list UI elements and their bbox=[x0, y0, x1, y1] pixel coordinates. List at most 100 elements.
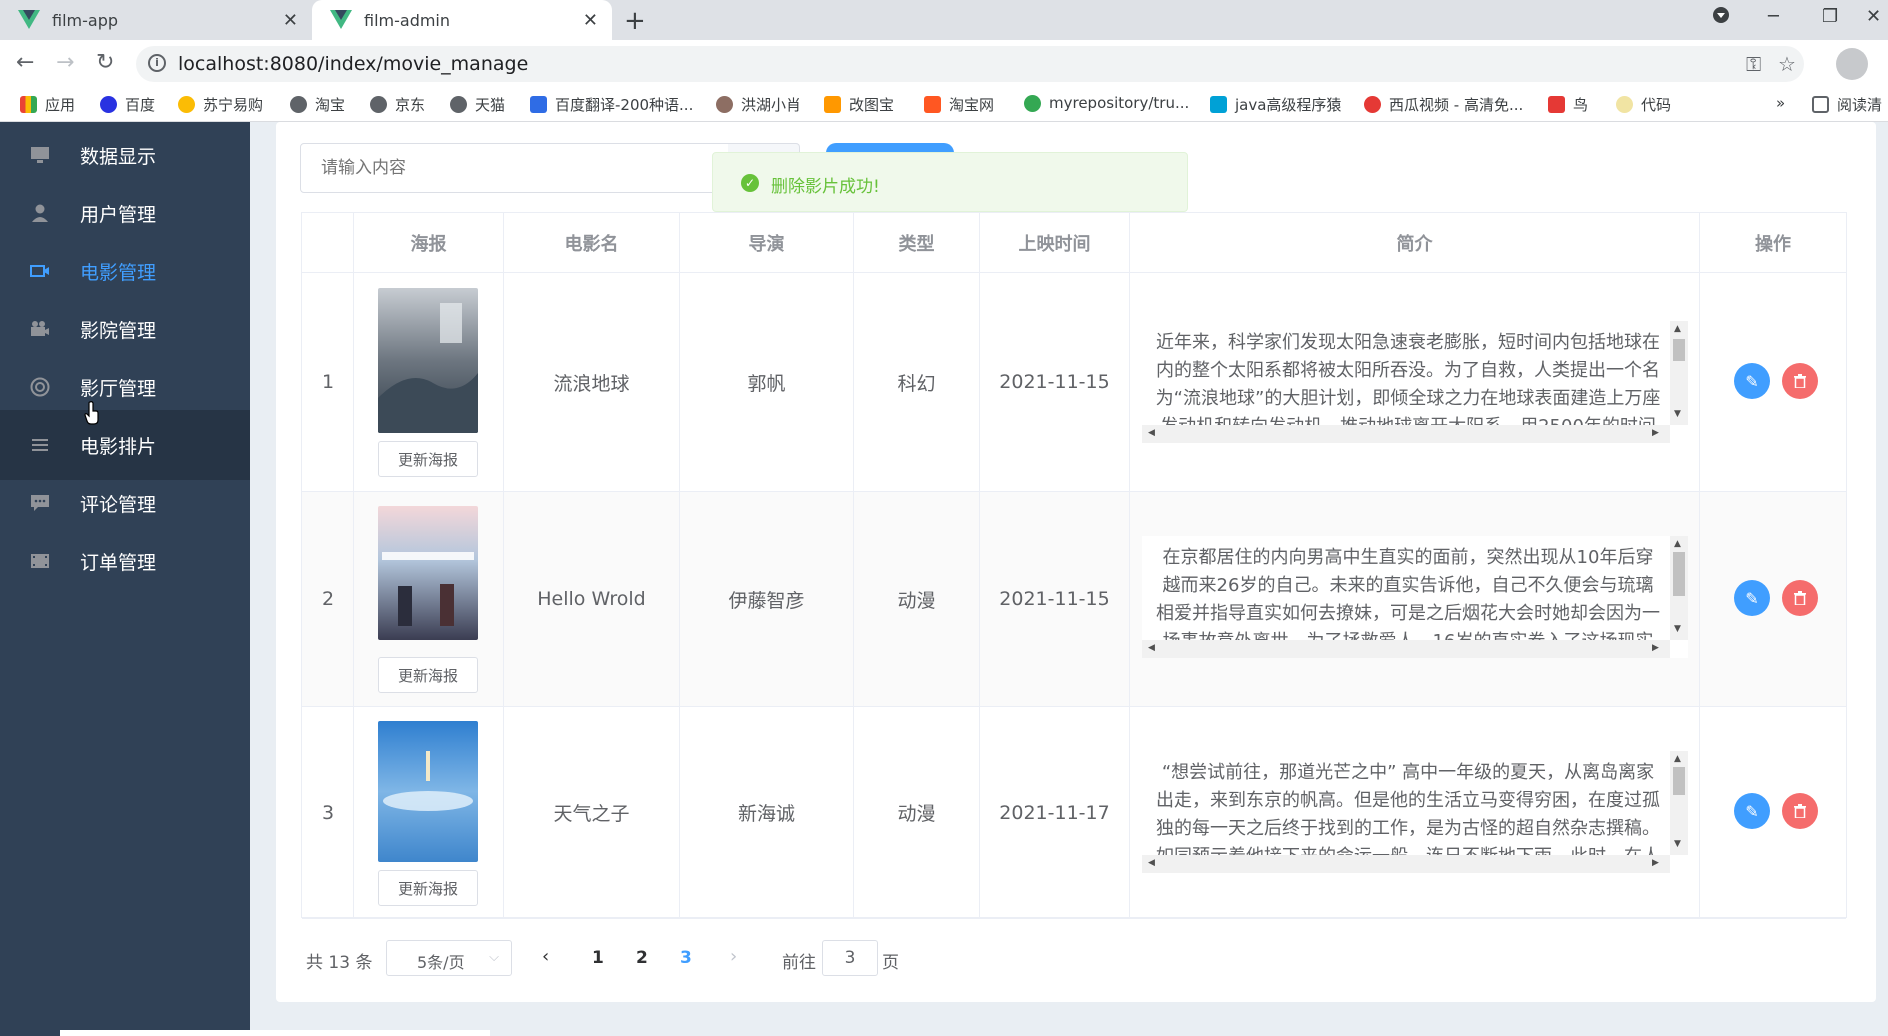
scroll-up-icon[interactable]: ▲ bbox=[1674, 539, 1681, 549]
profile-avatar[interactable] bbox=[1836, 48, 1868, 80]
header-type: 类型 bbox=[854, 213, 980, 273]
omnibox[interactable]: i localhost:8080/index/movie_manage ⚿ ☆ bbox=[136, 46, 1804, 82]
close-tab-icon[interactable]: ✕ bbox=[583, 10, 598, 31]
scroll-thumb[interactable] bbox=[1673, 767, 1685, 795]
actions-cell bbox=[1700, 707, 1846, 919]
next-page-icon[interactable]: › bbox=[730, 946, 737, 967]
scroll-down-icon[interactable]: ▼ bbox=[1674, 839, 1681, 849]
vertical-scrollbar[interactable]: ▲ ▼ bbox=[1670, 321, 1688, 425]
search-input[interactable] bbox=[321, 158, 741, 178]
bookmark-taobao[interactable]: 淘宝 bbox=[290, 94, 345, 115]
mouse-pointer-icon bbox=[84, 401, 99, 425]
bookmark-suning[interactable]: 苏宁易购 bbox=[178, 94, 263, 115]
page-size-select[interactable]: 5条/页 ⌵ bbox=[386, 940, 512, 976]
sidebar: 数据显示 用户管理 电影管理 影院管理 影厅管理 电影排片 评论管理 订单管理 bbox=[0, 122, 250, 1036]
sidebar-item-label: 电影管理 bbox=[80, 261, 157, 284]
update-poster-button[interactable]: 更新海报 bbox=[378, 441, 478, 477]
restore-icon[interactable]: ❐ bbox=[1822, 6, 1838, 27]
intro-textarea[interactable]: 近年来，科学家们发现太阳急速衰老膨胀，短时间内包括地球在内的整个太阳系都将被太阳… bbox=[1142, 321, 1688, 443]
bookmark-gaitubao[interactable]: 改图宝 bbox=[824, 94, 894, 115]
scroll-down-icon[interactable]: ▼ bbox=[1674, 409, 1681, 419]
intro-textarea[interactable]: “想尝试前往，那道光芒之中” 高中一年级的夏天，从离岛离家出走，来到东京的帆高。… bbox=[1142, 751, 1688, 873]
page-number[interactable]: 2 bbox=[636, 948, 648, 968]
movie-type: 动漫 bbox=[854, 492, 980, 707]
goto-label: 前往 bbox=[782, 953, 816, 973]
vertical-scrollbar[interactable]: ▲ ▼ bbox=[1670, 751, 1688, 855]
key-icon[interactable]: ⚿ bbox=[1746, 52, 1761, 76]
bookmark-myrepository[interactable]: myrepository/tru... bbox=[1024, 94, 1189, 112]
close-tab-icon[interactable]: ✕ bbox=[283, 10, 298, 31]
scroll-up-icon[interactable]: ▲ bbox=[1674, 324, 1681, 334]
bookmark-niao[interactable]: 鸟 bbox=[1548, 94, 1588, 115]
scroll-right-icon[interactable]: ▶ bbox=[1652, 428, 1659, 438]
list-icon bbox=[32, 439, 48, 451]
sidebar-item-label: 订单管理 bbox=[80, 551, 157, 574]
tab-search-icon[interactable] bbox=[1712, 6, 1730, 29]
minimize-icon[interactable]: ─ bbox=[1768, 6, 1779, 27]
bookmark-label: 鸟 bbox=[1573, 96, 1589, 114]
horizontal-scrollbar[interactable]: ◀ ▶ bbox=[1142, 425, 1670, 443]
intro-textarea[interactable]: 在京都居住的内向男高中生直实的面前，突然出现从10年后穿越而来26岁的自己。未来… bbox=[1142, 536, 1688, 658]
success-toast: ✓ 删除影片成功! bbox=[712, 152, 1188, 212]
bookmark-label: 百度翻译-200种语... bbox=[555, 96, 694, 114]
page-number-current[interactable]: 3 bbox=[680, 948, 692, 968]
url-text: localhost:8080/index/movie_manage bbox=[178, 53, 529, 75]
back-icon[interactable]: ← bbox=[16, 50, 34, 75]
goto-page-input[interactable]: 3 bbox=[822, 940, 878, 976]
sidebar-item-label: 评论管理 bbox=[80, 493, 157, 516]
sidebar-item-orders[interactable]: 订单管理 bbox=[0, 526, 250, 596]
bookmark-jd[interactable]: 京东 bbox=[370, 94, 425, 115]
delete-button[interactable] bbox=[1782, 363, 1818, 399]
header-index bbox=[302, 213, 354, 273]
bookmark-label: 苏宁易购 bbox=[203, 96, 264, 114]
delete-button[interactable] bbox=[1782, 580, 1818, 616]
bookmark-baidu[interactable]: 百度 bbox=[100, 94, 155, 115]
scroll-left-icon[interactable]: ◀ bbox=[1148, 858, 1155, 868]
bookmark-taobao-net[interactable]: 淘宝网 bbox=[924, 94, 994, 115]
edit-button[interactable]: ✎ bbox=[1734, 580, 1770, 616]
forward-icon[interactable]: → bbox=[56, 50, 74, 75]
browser-tab-film-admin[interactable]: film-admin ✕ bbox=[312, 0, 612, 40]
bilibili-icon bbox=[1210, 96, 1227, 113]
vertical-scrollbar[interactable]: ▲ ▼ bbox=[1670, 536, 1688, 640]
bookmark-java[interactable]: java高级程序猿 bbox=[1210, 94, 1341, 115]
bookmarks-overflow-icon[interactable]: » bbox=[1776, 94, 1785, 112]
page-number[interactable]: 1 bbox=[592, 948, 604, 968]
reload-icon[interactable]: ↻ bbox=[96, 50, 114, 75]
scroll-thumb[interactable] bbox=[1673, 552, 1685, 596]
movie-table: 海报 电影名 导演 类型 上映时间 简介 操作 1 更新海报 流浪地球 郭帆 科… bbox=[301, 212, 1847, 919]
bookmark-xigua[interactable]: 西瓜视频 - 高清免... bbox=[1364, 94, 1523, 115]
edit-button[interactable]: ✎ bbox=[1734, 793, 1770, 829]
update-poster-button[interactable]: 更新海报 bbox=[378, 870, 478, 906]
update-poster-button[interactable]: 更新海报 bbox=[378, 657, 478, 693]
bookmark-tmall[interactable]: 天猫 bbox=[450, 94, 505, 115]
bookmark-honghu[interactable]: 洪湖小肖 bbox=[716, 94, 801, 115]
horizontal-scrollbar[interactable]: ◀ ▶ bbox=[1142, 640, 1670, 658]
chrome-icon bbox=[1024, 94, 1041, 112]
reading-list[interactable]: 阅读清 bbox=[1812, 94, 1882, 115]
scroll-right-icon[interactable]: ▶ bbox=[1652, 643, 1659, 653]
browser-tab-film-app[interactable]: film-app ✕ bbox=[0, 0, 312, 40]
scroll-left-icon[interactable]: ◀ bbox=[1148, 428, 1155, 438]
scroll-thumb[interactable] bbox=[1673, 339, 1685, 361]
scroll-down-icon[interactable]: ▼ bbox=[1674, 624, 1681, 634]
new-tab-button[interactable]: + bbox=[624, 6, 646, 36]
bookmark-star-icon[interactable]: ☆ bbox=[1778, 52, 1796, 76]
header-name: 电影名 bbox=[504, 213, 680, 273]
bookmark-apps[interactable]: 应用 bbox=[20, 94, 75, 115]
edit-button[interactable]: ✎ bbox=[1734, 363, 1770, 399]
bookmark-code[interactable]: 代码 bbox=[1616, 94, 1671, 115]
horizontal-scrollbar[interactable]: ◀ ▶ bbox=[1142, 855, 1670, 873]
prev-page-icon[interactable]: ‹ bbox=[542, 946, 549, 967]
bookmark-label: myrepository/tru... bbox=[1049, 94, 1190, 112]
baidu-paw-icon bbox=[100, 96, 117, 113]
movie-director: 伊藤智彦 bbox=[680, 492, 854, 707]
window-close-icon[interactable]: ✕ bbox=[1866, 6, 1881, 27]
scroll-up-icon[interactable]: ▲ bbox=[1674, 754, 1681, 764]
scroll-right-icon[interactable]: ▶ bbox=[1652, 858, 1659, 868]
movie-intro: 近年来，科学家们发现太阳急速衰老膨胀，短时间内包括地球在内的整个太阳系都将被太阳… bbox=[1155, 332, 1661, 429]
delete-button[interactable] bbox=[1782, 793, 1818, 829]
bookmark-baidu-translate[interactable]: 百度翻译-200种语... bbox=[530, 94, 693, 115]
scroll-left-icon[interactable]: ◀ bbox=[1148, 643, 1155, 653]
site-info-icon[interactable]: i bbox=[148, 54, 166, 72]
